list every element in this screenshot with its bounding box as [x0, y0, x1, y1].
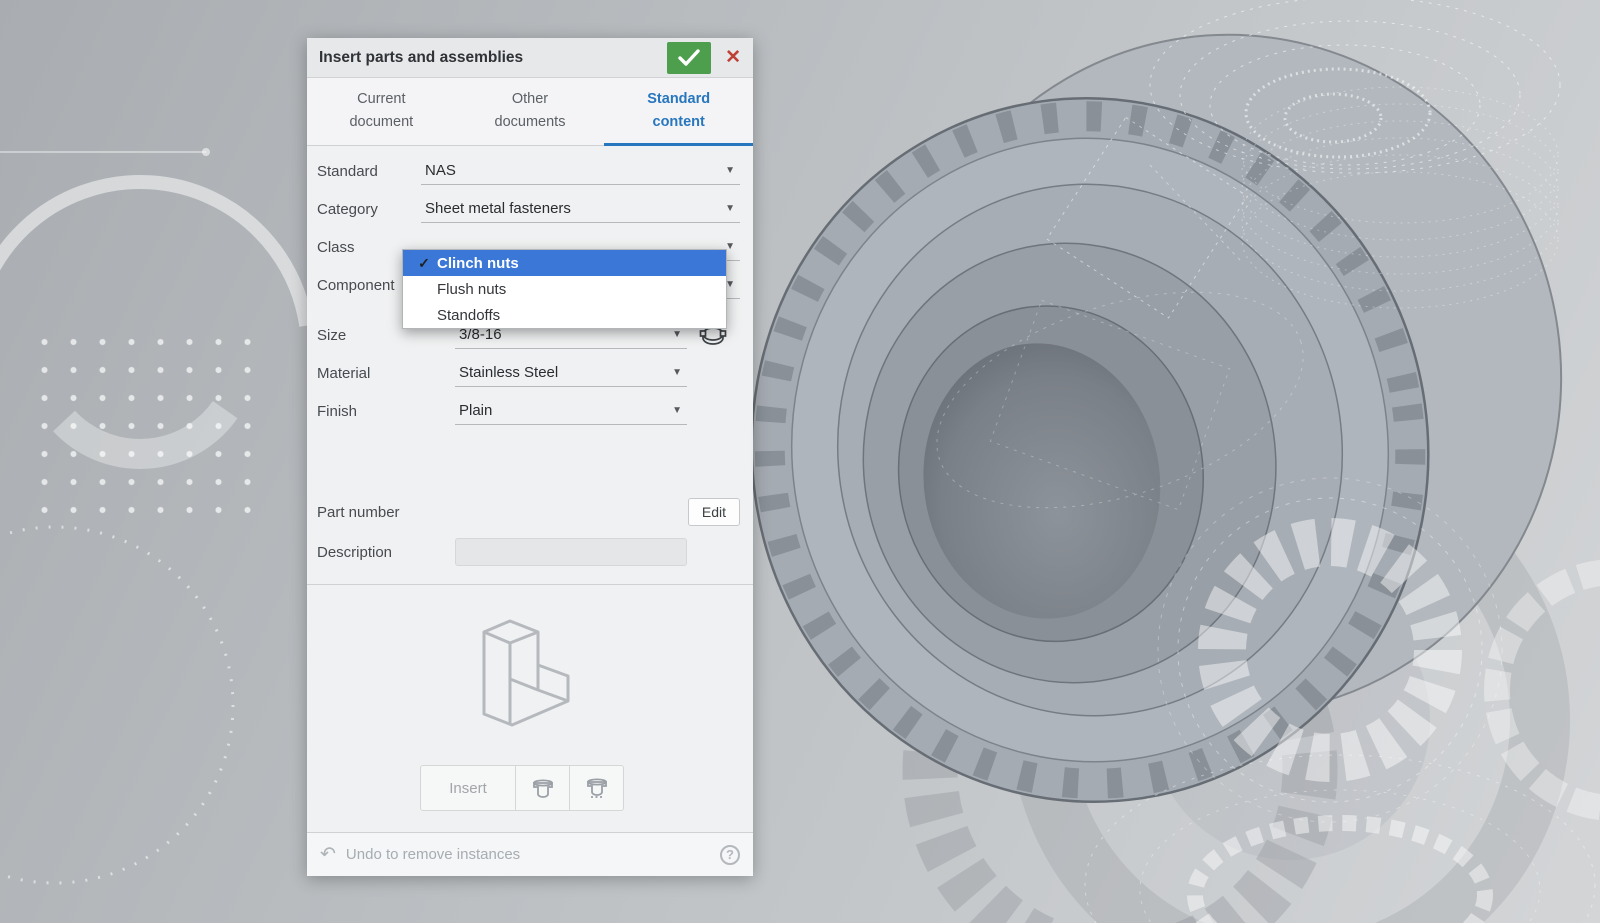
undo-label: Undo to remove instances — [346, 846, 720, 863]
part-number-input[interactable] — [455, 498, 678, 526]
option-label: Flush nuts — [437, 281, 506, 298]
option-label: Standoffs — [437, 307, 500, 324]
tab-standard-content[interactable]: Standard content — [604, 78, 753, 145]
tab-current-document[interactable]: Current document — [307, 78, 456, 145]
dropdown-option-standoffs[interactable]: Standoffs — [403, 302, 726, 328]
part-number-row: Part number Edit — [307, 492, 753, 532]
clinch-nut-3d-render — [700, 0, 1600, 846]
dialog-header: Insert parts and assemblies ✕ — [307, 38, 753, 78]
standard-select[interactable]: NAS ▼ — [421, 158, 740, 185]
size-label: Size — [317, 327, 455, 344]
section-divider — [307, 584, 753, 585]
part-number-label: Part number — [317, 504, 455, 521]
material-label: Material — [317, 365, 455, 382]
dialog-title: Insert parts and assemblies — [319, 49, 667, 67]
tab-label: Other — [456, 88, 605, 111]
part-preview-placeholder-icon — [480, 615, 580, 733]
category-value: Sheet metal fasteners — [421, 200, 720, 217]
finish-row: Finish Plain ▼ — [317, 392, 740, 430]
dialog-footer: ↶ Undo to remove instances ? — [307, 832, 753, 876]
part-preview-area — [307, 601, 753, 747]
dot-grid-decoration — [24, 322, 272, 520]
description-label: Description — [317, 544, 455, 561]
fastener-single-icon — [530, 775, 556, 801]
chevron-down-icon: ▼ — [720, 165, 740, 176]
tab-other-documents[interactable]: Other documents — [456, 78, 605, 145]
description-row: Description — [307, 532, 753, 572]
material-row: Material Stainless Steel ▼ — [317, 354, 740, 392]
dropdown-option-clinch-nuts[interactable]: ✓ Clinch nuts — [403, 250, 726, 276]
accept-button[interactable] — [667, 42, 711, 74]
insert-button[interactable]: Insert — [420, 765, 516, 811]
option-label: Clinch nuts — [437, 255, 519, 272]
tab-label: document — [307, 111, 456, 134]
tab-label: Current — [307, 88, 456, 111]
standard-value: NAS — [421, 162, 720, 179]
check-icon — [678, 49, 700, 66]
category-select[interactable]: Sheet metal fasteners ▼ — [421, 196, 740, 223]
variant-form: Size 3/8-16 ▼ Material Stainless Steel ▼ — [307, 316, 753, 430]
edit-part-number-button[interactable]: Edit — [688, 498, 740, 526]
finish-value: Plain — [455, 402, 667, 419]
chevron-down-icon: ▼ — [667, 405, 687, 416]
description-input[interactable] — [455, 538, 687, 566]
close-icon: ✕ — [725, 47, 741, 68]
undo-icon[interactable]: ↶ — [320, 843, 336, 866]
close-button[interactable]: ✕ — [725, 48, 741, 67]
check-icon: ✓ — [411, 255, 437, 272]
category-row: Category Sheet metal fasteners ▼ — [317, 190, 740, 228]
chevron-down-icon: ▼ — [667, 367, 687, 378]
insert-actions: Insert — [420, 765, 753, 811]
standard-row: Standard NAS ▼ — [317, 152, 740, 190]
standard-label: Standard — [317, 163, 421, 180]
tab-label: Standard — [604, 88, 753, 111]
tab-label: content — [604, 111, 753, 134]
fastener-multiple-icon — [584, 775, 610, 801]
material-value: Stainless Steel — [455, 364, 667, 381]
insert-single-fastener-button[interactable] — [516, 765, 570, 811]
dropdown-option-flush-nuts[interactable]: Flush nuts — [403, 276, 726, 302]
tab-label: documents — [456, 111, 605, 134]
class-dropdown-popup: ✓ Clinch nuts Flush nuts Standoffs — [402, 249, 727, 329]
help-icon[interactable]: ? — [720, 845, 740, 865]
insert-multiple-fasteners-button[interactable] — [570, 765, 624, 811]
finish-select[interactable]: Plain ▼ — [455, 398, 687, 425]
part-info-section: Part number Edit Description — [307, 492, 753, 572]
dialog-tabs: Current document Other documents Standar… — [307, 78, 753, 146]
material-select[interactable]: Stainless Steel ▼ — [455, 360, 687, 387]
insert-parts-dialog: Insert parts and assemblies ✕ Current do… — [307, 38, 753, 876]
chevron-down-icon: ▼ — [720, 203, 740, 214]
category-label: Category — [317, 201, 421, 218]
chevron-down-icon: ▼ — [667, 329, 687, 340]
finish-label: Finish — [317, 403, 455, 420]
